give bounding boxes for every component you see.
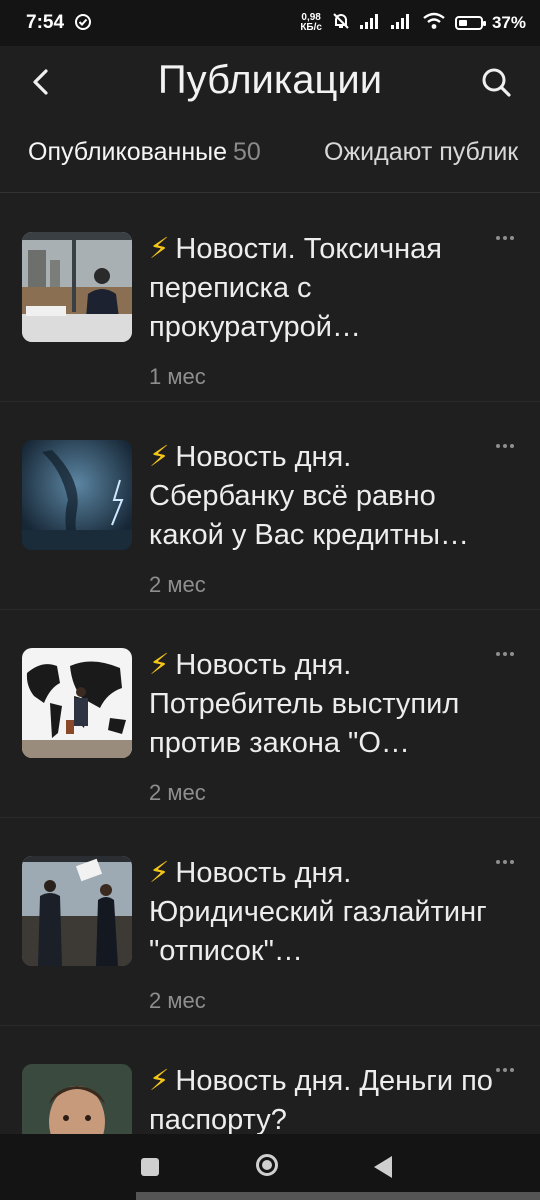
battery-percent: 37% — [491, 13, 526, 32]
lightning-icon: ⚡ — [149, 233, 170, 265]
more-dot-icon — [503, 860, 507, 864]
more-options-button[interactable] — [496, 860, 522, 874]
more-options-button[interactable] — [496, 1068, 522, 1082]
lightning-icon: ⚡ — [149, 1065, 170, 1097]
list-item[interactable]: ⚡ Новость дня. Потребитель выступил проти… — [0, 610, 540, 818]
list-item[interactable]: ⚡ Новость дня. Сбербанку всё равно какой … — [0, 402, 540, 610]
tab-published-count: 50 — [233, 138, 261, 166]
system-back-button[interactable] — [374, 1156, 392, 1178]
post-title: ⚡ Новость дня. Деньги по паспорту? — [149, 1062, 499, 1134]
more-dot-icon — [503, 1068, 507, 1072]
more-dot-icon — [510, 860, 514, 864]
post-title-text: Новости. Токсичная переписка с прокурату… — [149, 233, 442, 343]
post-title-text: Новость дня. Деньги по паспорту? — [149, 1065, 493, 1134]
list-item[interactable]: ⚡ Новости. Токсичная переписка с прокурат… — [0, 194, 540, 402]
post-thumbnail — [22, 440, 132, 550]
post-thumbnail — [22, 232, 132, 342]
post-age: 1 мес — [149, 364, 206, 389]
more-dot-icon — [496, 652, 500, 656]
post-thumbnail — [22, 1064, 132, 1134]
status-bar: 7:54 0,98 КБ/с 37% — [0, 0, 540, 46]
post-title: ⚡ Новости. Токсичная переписка с прокурат… — [149, 230, 499, 347]
signal-icon-2 — [390, 13, 413, 34]
more-dot-icon — [510, 236, 514, 240]
publications-list: ⚡ Новости. Токсичная переписка с прокурат… — [0, 194, 540, 1134]
more-options-button[interactable] — [496, 652, 522, 666]
tabs: Опубликованные 50 Ожидают публик — [0, 126, 540, 193]
lightning-icon: ⚡ — [149, 857, 170, 889]
more-dot-icon — [510, 652, 514, 656]
signal-icon — [359, 13, 382, 34]
tab-pending-label: Ожидают публик — [324, 138, 519, 166]
gesture-bar — [136, 1192, 540, 1200]
post-title-text: Новость дня. Сбербанку всё равно какой у… — [149, 441, 470, 551]
more-dot-icon — [496, 236, 500, 240]
post-title-text: Новость дня. Юридический газлайтинг "отп… — [149, 857, 487, 967]
search-button[interactable] — [480, 66, 516, 102]
tab-published-label: Опубликованные — [28, 138, 228, 166]
post-age: 2 мес — [149, 780, 206, 805]
more-options-button[interactable] — [496, 444, 522, 458]
post-age: 2 мес — [149, 988, 206, 1013]
list-item[interactable]: ⚡ Новость дня. Юридический газлайтинг "от… — [0, 818, 540, 1026]
tab-published[interactable]: Опубликованные 50 — [28, 138, 261, 167]
more-dot-icon — [496, 860, 500, 864]
tab-pending[interactable]: Ожидают публик — [324, 138, 518, 167]
app-bar: Публикации — [0, 46, 540, 126]
post-title: ⚡ Новость дня. Сбербанку всё равно какой … — [149, 438, 499, 555]
post-title-text: Новость дня. Потребитель выступил против… — [149, 649, 460, 759]
more-dot-icon — [503, 652, 507, 656]
post-age: 2 мес — [149, 572, 206, 597]
post-title: ⚡ Новость дня. Юридический газлайтинг "от… — [149, 854, 499, 971]
status-icons: 0,98 КБ/с 37% — [300, 8, 526, 38]
post-title: ⚡ Новость дня. Потребитель выступил проти… — [149, 646, 499, 763]
list-item[interactable]: ⚡ Новость дня. Деньги по паспорту? — [0, 1026, 540, 1134]
wifi-icon — [422, 12, 446, 35]
recent-apps-button[interactable] — [141, 1158, 159, 1176]
system-nav-bar — [0, 1134, 540, 1200]
page-title: Публикации — [157, 58, 383, 102]
sync-check-icon — [74, 13, 92, 36]
network-speed-unit: КБ/с — [300, 22, 322, 33]
post-thumbnail — [22, 856, 132, 966]
more-dot-icon — [503, 444, 507, 448]
more-dot-icon — [510, 1068, 514, 1072]
post-thumbnail — [22, 648, 132, 758]
network-speed: 0,98 КБ/с — [300, 13, 322, 33]
more-options-button[interactable] — [496, 236, 522, 250]
home-button[interactable] — [256, 1154, 278, 1176]
more-dot-icon — [510, 444, 514, 448]
battery-icon — [454, 16, 486, 30]
status-time: 7:54 — [26, 12, 65, 33]
more-dot-icon — [496, 444, 500, 448]
more-dot-icon — [503, 236, 507, 240]
lightning-icon: ⚡ — [149, 649, 170, 681]
bell-off-icon — [331, 11, 351, 36]
lightning-icon: ⚡ — [149, 441, 170, 473]
more-dot-icon — [496, 1068, 500, 1072]
search-icon — [482, 68, 511, 97]
